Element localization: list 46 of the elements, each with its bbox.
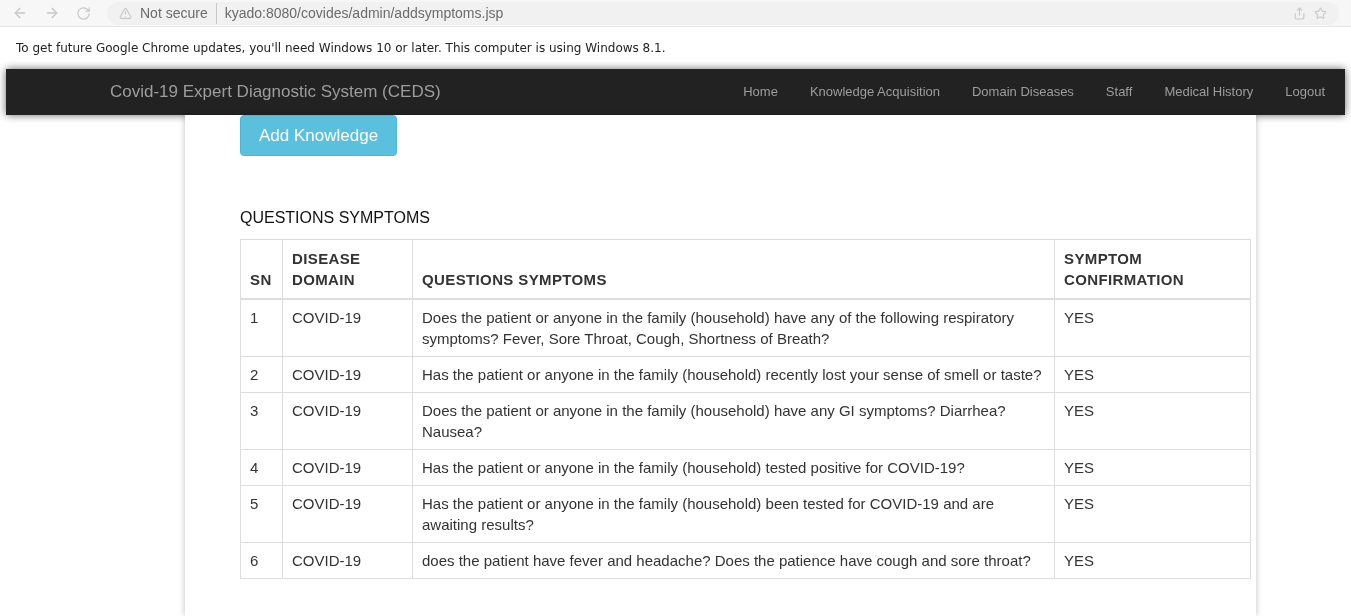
table-cell: 5 [240, 485, 283, 543]
column-header: SYMPTOM CONFIRMATION [1054, 239, 1251, 299]
table-cell: 4 [240, 449, 283, 486]
table-cell: Does the patient or anyone in the family (household) have any of the following respiratory symptoms? Fever, Sore Throat, Cough, Shortness of Breath? [412, 299, 1055, 357]
table-cell: YES [1054, 542, 1251, 579]
share-icon[interactable] [1293, 6, 1306, 20]
nav-link[interactable]: Knowledge Acquisition [809, 82, 940, 102]
table-cell: Has the patient or anyone in the family (household) recently lost your sense of smell or taste? [412, 356, 1055, 393]
table-cell: 2 [240, 356, 283, 393]
column-header: SN [240, 239, 283, 299]
forward-icon[interactable] [44, 5, 60, 21]
table-cell: does the patient have fever and headache? Does the patience have cough and sore throat? [412, 542, 1055, 579]
table-cell: Does the patient or anyone in the family (household) have any GI symptoms? Diarrhea? Nausea? [412, 392, 1055, 450]
table-cell: COVID-19 [282, 485, 413, 543]
star-icon[interactable] [1314, 6, 1327, 20]
reload-icon[interactable] [76, 5, 91, 21]
security-label: Not secure [140, 2, 217, 24]
nav-link[interactable]: Medical History [1164, 82, 1254, 102]
column-header: DISEASE DOMAIN [282, 239, 413, 299]
table-cell: COVID-19 [282, 542, 413, 579]
url-text: kyado:8080/covides/admin/addsymptoms.jsp [224, 3, 504, 23]
table-cell: YES [1054, 356, 1251, 393]
section-title: QUESTIONS SYMPTOMS [240, 208, 431, 228]
table-cell: COVID-19 [282, 449, 413, 486]
warning-icon [119, 6, 132, 20]
table-cell: 6 [240, 542, 283, 579]
table-cell: COVID-19 [282, 392, 413, 450]
brand-title[interactable]: Covid-19 Expert Diagnostic System (CEDS) [110, 79, 441, 105]
table-cell: YES [1054, 485, 1251, 543]
table-cell: YES [1054, 299, 1251, 357]
table-cell: COVID-19 [282, 356, 413, 393]
back-icon[interactable] [12, 5, 28, 21]
table-cell: YES [1054, 392, 1251, 450]
table-cell: Has the patient or anyone in the family (household) been tested for COVID-19 and are awaiting results? [412, 485, 1055, 543]
column-header: QUESTIONS SYMPTOMS [412, 239, 1055, 299]
address-bar[interactable]: Not secure kyado:8080/covides/admin/addsymptoms.jsp [107, 1, 1339, 25]
table-cell: Has the patient or anyone in the family (household) tested positive for COVID-19? [412, 449, 1055, 486]
nav-link[interactable]: Logout [1285, 82, 1325, 102]
update-message: To get future Google Chrome updates, you'll need Windows 10 or later. This computer is using Windows 8.1. [16, 40, 666, 57]
table-cell: YES [1054, 449, 1251, 486]
nav-link[interactable]: Staff [1105, 82, 1133, 102]
nav-link[interactable]: Home [743, 82, 778, 102]
nav-link[interactable]: Domain Diseases [972, 82, 1074, 102]
table-cell: COVID-19 [282, 299, 413, 357]
table-cell: 1 [240, 299, 283, 357]
table-cell: 3 [240, 392, 283, 450]
